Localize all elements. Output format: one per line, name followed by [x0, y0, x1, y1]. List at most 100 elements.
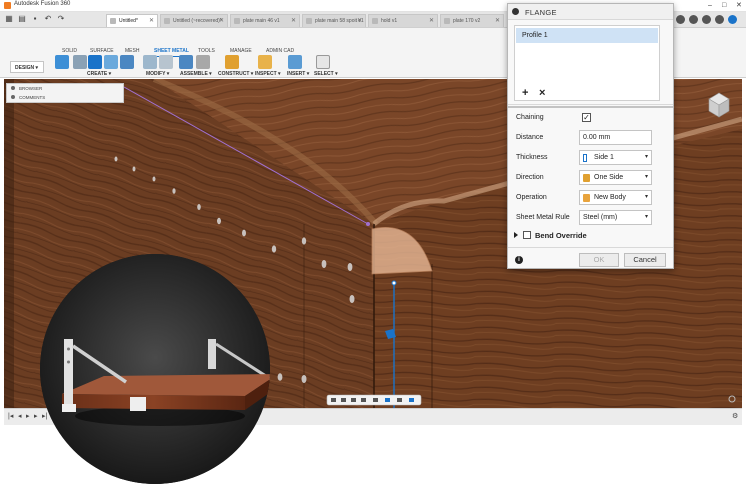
flange-dialog: FLANGE Profile 1 + × Chaining ✓ Distance… [507, 3, 674, 269]
tab-sheet-metal[interactable]: SHEET METAL [154, 48, 189, 54]
minimize-button[interactable]: – [708, 0, 712, 12]
tab-plate-170[interactable]: plate 170 v2 ✕ [440, 14, 504, 27]
chaining-checkbox[interactable]: ✓ [582, 113, 591, 122]
expand-arrow-icon[interactable] [514, 232, 518, 238]
expand-icon[interactable] [11, 95, 15, 99]
timeline-start-icon[interactable]: |◂ [8, 412, 13, 420]
chevron-down-icon: ▾ [644, 194, 648, 200]
tab-label: Untitled (~recovered)* [173, 18, 222, 24]
close-tab-icon[interactable]: ✕ [291, 17, 296, 24]
add-profile-icon[interactable]: + [522, 87, 528, 99]
distance-input[interactable]: 0.00 mm [579, 130, 652, 145]
joint-icon[interactable] [196, 55, 210, 69]
new-component-icon[interactable] [55, 55, 69, 69]
timeline-play-icon[interactable]: ▸ [26, 412, 30, 420]
new-component-assemble-icon[interactable] [179, 55, 193, 69]
file-menu-icon[interactable]: ▤ [17, 14, 27, 24]
rule-select[interactable]: Steel (mm) ▾ [579, 210, 652, 225]
tab-mesh[interactable]: MESH [125, 48, 139, 54]
undo-icon[interactable]: ↶ [43, 14, 53, 24]
new-body-icon [583, 194, 590, 202]
close-tab-icon[interactable]: ✕ [429, 17, 434, 24]
browser-panel: BROWSER COMMENTS [6, 83, 124, 103]
inspect-menu[interactable]: INSPECT ▾ [255, 71, 281, 77]
tab-solid[interactable]: SOLID [62, 48, 77, 54]
timeline-end-icon[interactable]: ▸| [42, 412, 47, 420]
create-sketch-icon[interactable] [73, 55, 87, 69]
direction-select[interactable]: One Side ▾ [579, 170, 652, 185]
timeline-prev-icon[interactable]: ◂ [18, 412, 22, 420]
design-workspace-button[interactable]: DESIGN ▾ [10, 61, 44, 73]
redo-icon[interactable]: ↷ [56, 14, 66, 24]
thickness-select[interactable]: Side 1 ▾ [579, 150, 652, 165]
assemble-menu[interactable]: ASSEMBLE ▾ [180, 71, 212, 77]
fillet-icon[interactable] [159, 55, 173, 69]
insert-image-icon[interactable] [288, 55, 302, 69]
bend-override-checkbox[interactable] [523, 231, 531, 239]
grid-menu-icon[interactable]: ▦ [4, 14, 14, 24]
tab-plate-main-46[interactable]: plate main 46 v1 ✕ [230, 14, 300, 27]
dialog-collapse-icon[interactable] [512, 8, 519, 15]
tab-tools[interactable]: TOOLS [198, 48, 215, 54]
side-icon [583, 154, 587, 162]
browser-row[interactable]: BROWSER [11, 86, 42, 91]
info-icon[interactable]: i [515, 256, 523, 264]
browser-label: BROWSER [19, 86, 43, 91]
select-menu[interactable]: SELECT ▾ [314, 71, 338, 77]
contour-flange-icon[interactable] [104, 55, 118, 69]
insert-menu[interactable]: INSERT ▾ [287, 71, 309, 77]
thickness-value: Side 1 [594, 154, 614, 161]
direction-label: Direction [516, 174, 544, 181]
maximize-button[interactable]: □ [722, 0, 726, 12]
ok-button[interactable]: OK [579, 253, 619, 267]
distance-label: Distance [516, 134, 544, 141]
operation-select[interactable]: New Body ▾ [579, 190, 652, 205]
timeline-next-icon[interactable]: ▸ [34, 412, 38, 420]
measure-icon[interactable] [258, 55, 272, 69]
help-icon[interactable] [715, 15, 724, 24]
close-tab-icon[interactable]: ✕ [149, 17, 154, 24]
window-title: Autodesk Fusion 360 [14, 1, 71, 7]
press-pull-icon[interactable] [143, 55, 157, 69]
tab-manage[interactable]: MANAGE [230, 48, 252, 54]
dialog-header[interactable]: FLANGE [508, 4, 673, 20]
operation-value: New Body [594, 194, 626, 201]
cancel-button[interactable]: Cancel [624, 253, 666, 267]
tab-untitled[interactable]: Untitled* ✕ [106, 14, 158, 27]
remove-profile-icon[interactable]: × [539, 87, 545, 99]
convert-to-sheet-icon[interactable] [120, 55, 134, 69]
close-window-button[interactable]: ✕ [736, 0, 742, 12]
bend-override-section[interactable]: Bend Override [514, 231, 587, 240]
select-icon[interactable] [316, 55, 330, 69]
modify-menu[interactable]: MODIFY ▾ [146, 71, 169, 77]
job-status-icon[interactable] [689, 15, 698, 24]
offset-plane-icon[interactable] [225, 55, 239, 69]
tab-untitled-recovered[interactable]: Untitled (~recovered)* ✕ [160, 14, 228, 27]
list-item[interactable]: Profile 1 [516, 28, 658, 43]
close-tab-icon[interactable]: ✕ [357, 17, 362, 24]
tab-surface[interactable]: SURFACE [90, 48, 114, 54]
close-tab-icon[interactable]: ✕ [219, 17, 224, 24]
expand-icon[interactable] [11, 86, 15, 90]
save-icon[interactable]: ▪ [30, 14, 40, 24]
chevron-down-icon: ▾ [644, 214, 648, 220]
operation-label: Operation [516, 194, 547, 201]
tab-plate-main-58[interactable]: plate main 58 spoit v1 ✕ [302, 14, 366, 27]
close-tab-icon[interactable]: ✕ [495, 17, 500, 24]
timeline-settings-icon[interactable]: ⚙ [732, 412, 738, 420]
flange-icon[interactable] [88, 55, 102, 69]
construct-menu[interactable]: CONSTRUCT ▾ [218, 71, 253, 77]
create-menu[interactable]: CREATE ▾ [87, 71, 111, 77]
one-side-icon [583, 174, 590, 182]
fusion-app-window: Autodesk Fusion 360 – □ ✕ ▦ ▤ ▪ ↶ ↷ Unti… [0, 0, 746, 496]
header-right-icons [676, 15, 737, 24]
notifications-icon[interactable] [702, 15, 711, 24]
tab-hold[interactable]: hold v1 ✕ [368, 14, 438, 27]
extensions-icon[interactable] [676, 15, 685, 24]
comments-label: COMMENTS [19, 95, 46, 100]
comments-row[interactable]: COMMENTS [11, 95, 45, 100]
shelf-illustration [40, 254, 270, 484]
tab-admin-cad[interactable]: ADMIN CAD [266, 48, 294, 54]
user-avatar-icon[interactable] [728, 15, 737, 24]
profile-selection-list[interactable]: Profile 1 + × [514, 25, 660, 101]
